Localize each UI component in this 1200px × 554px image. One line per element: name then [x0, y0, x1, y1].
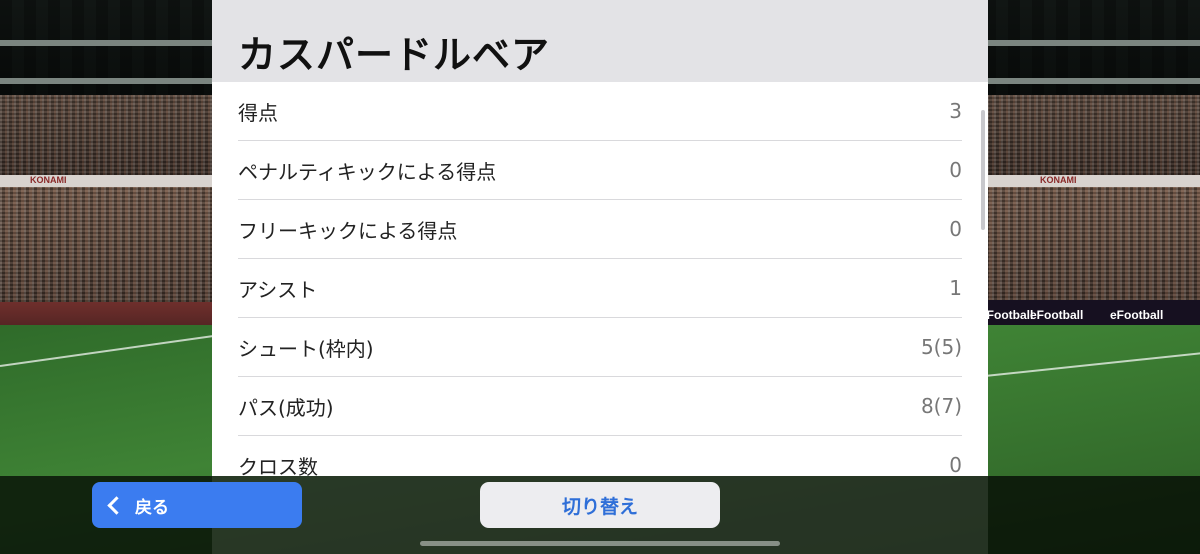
pitch-line [984, 352, 1200, 377]
stat-row-penalty-goals: ペナルティキックによる得点 0 [238, 141, 962, 200]
stat-label: パス(成功) [238, 395, 334, 420]
switch-button-label: 切り替え [561, 495, 638, 518]
stat-value: 0 [949, 453, 962, 476]
ad-text-konami: KONAMI [30, 175, 67, 185]
stat-label: クロス数 [238, 454, 318, 477]
ad-text-efootball: eFootball [980, 308, 1034, 322]
stat-row-freekick-goals: フリーキックによる得点 0 [238, 200, 962, 259]
stat-value: 8(7) [920, 394, 962, 418]
stat-row-assists: アシスト 1 [238, 259, 962, 318]
stat-row-shots: シュート(枠内) 5(5) [238, 318, 962, 377]
pitch-line [0, 332, 228, 367]
stat-label: シュート(枠内) [238, 336, 374, 361]
stat-label: 得点 [238, 100, 278, 125]
ad-text-efootball: eFootball [1110, 308, 1164, 322]
stat-value: 0 [949, 158, 962, 182]
stat-value: 0 [949, 217, 962, 241]
stat-label: フリーキックによる得点 [238, 218, 458, 243]
switch-button[interactable]: 切り替え [480, 482, 720, 528]
chevron-left-icon [107, 495, 126, 515]
stat-value: 5(5) [920, 335, 962, 359]
ad-text-efootball: eFootball [1030, 308, 1084, 322]
home-indicator[interactable] [420, 541, 780, 546]
stat-row-goals: 得点 3 [238, 82, 962, 141]
stats-list[interactable]: 得点 3 ペナルティキックによる得点 0 フリーキックによる得点 0 アシスト … [212, 82, 988, 476]
stat-label: アシスト [238, 277, 318, 302]
stat-row-crosses: クロス数 0 [238, 436, 962, 476]
stat-value: 3 [949, 99, 962, 123]
stat-row-passes: パス(成功) 8(7) [238, 377, 962, 436]
stat-value: 1 [949, 276, 962, 300]
dialog-header: カスパードルベア [212, 0, 988, 82]
player-stats-dialog: カスパードルベア 得点 3 ペナルティキックによる得点 0 フリーキックによる得… [212, 0, 988, 476]
player-name: カスパードルベア [238, 33, 551, 77]
stat-label: ペナルティキックによる得点 [238, 159, 497, 184]
scrollbar[interactable] [981, 110, 985, 230]
back-button-label: 戻る [135, 497, 169, 518]
back-button[interactable]: 戻る [92, 482, 302, 528]
ad-text-konami: KONAMI [1040, 175, 1077, 185]
